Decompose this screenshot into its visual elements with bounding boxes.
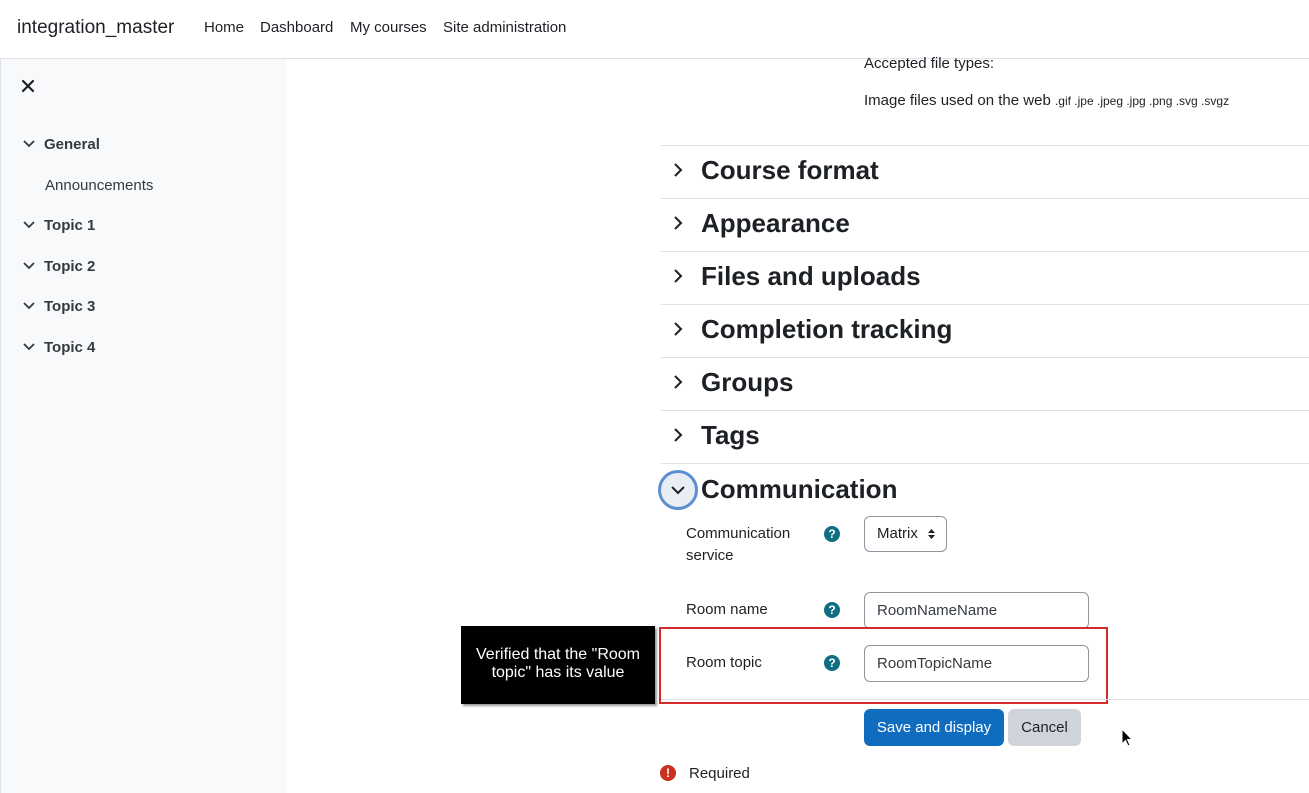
chevron-right-icon[interactable] (671, 375, 685, 389)
section-title[interactable]: Groups (701, 367, 793, 398)
communication-service-select[interactable]: Matrix (864, 516, 947, 552)
section-title[interactable]: Tags (701, 420, 760, 451)
cancel-button[interactable]: Cancel (1008, 709, 1081, 746)
section-groups[interactable]: Groups (661, 357, 1309, 410)
drawer-section-label: Topic 3 (44, 297, 96, 315)
drawer-section-topic-3[interactable]: Topic 3 (23, 296, 95, 316)
filetypes-text: Image files used on the web (864, 92, 1051, 109)
drawer-section-topic-2[interactable]: Topic 2 (23, 256, 95, 276)
label-line: Communication (686, 525, 791, 542)
chevron-down-icon[interactable] (23, 221, 35, 229)
drawer-section-label: Topic 1 (44, 216, 96, 234)
chevron-right-icon[interactable] (671, 428, 685, 442)
section-completion-tracking[interactable]: Completion tracking (661, 304, 1309, 357)
nav-site-administration[interactable]: Site administration (443, 19, 566, 36)
form-divider (661, 699, 1309, 700)
drawer-section-label: Topic 4 (44, 338, 96, 356)
chevron-down-icon[interactable] (23, 302, 35, 310)
section-title[interactable]: Files and uploads (701, 261, 921, 292)
nav-dashboard[interactable]: Dashboard (260, 19, 333, 36)
chevron-right-icon[interactable] (671, 163, 685, 177)
site-brand[interactable]: integration_master (17, 17, 174, 39)
section-divider (661, 463, 1309, 464)
section-title[interactable]: Appearance (701, 208, 850, 239)
drawer-section-topic-4[interactable]: Topic 4 (23, 337, 95, 357)
drawer-section-topic-1[interactable]: Topic 1 (23, 215, 95, 235)
communication-collapse-button[interactable] (658, 470, 698, 510)
required-label: Required (689, 765, 750, 782)
room-name-input[interactable] (864, 592, 1089, 629)
highlight-box (659, 627, 1108, 704)
nav-my-courses[interactable]: My courses (350, 19, 427, 36)
help-icon[interactable]: ? (824, 526, 840, 542)
section-title[interactable]: Completion tracking (701, 314, 952, 345)
section-course-format[interactable]: Course format (661, 145, 1309, 198)
close-icon[interactable] (21, 79, 35, 93)
section-tags[interactable]: Tags (661, 410, 1309, 463)
chevron-down-icon[interactable] (23, 262, 35, 270)
help-icon[interactable]: ? (824, 602, 840, 618)
nav-home[interactable]: Home (204, 19, 244, 36)
chevron-right-icon[interactable] (671, 269, 685, 283)
save-and-display-button[interactable]: Save and display (864, 709, 1004, 746)
chevron-down-icon[interactable] (23, 343, 35, 351)
accepted-file-types-value: Image files used on the web .gif .jpe .j… (864, 92, 1229, 109)
annotation-callout: Verified that the "Room topic" has its v… (461, 626, 655, 704)
drawer-section-general[interactable]: General (23, 134, 100, 154)
filetypes-extensions: .gif .jpe .jpeg .jpg .png .svg .svgz (1054, 94, 1230, 108)
required-icon: ! (660, 765, 676, 781)
select-arrows-icon (928, 529, 935, 539)
communication-service-label: Communication service (686, 523, 790, 567)
drawer-section-label: Topic 2 (44, 257, 96, 275)
communication-section-title[interactable]: Communication (701, 474, 897, 505)
mouse-cursor-icon (1121, 728, 1134, 747)
drawer-item-announcements[interactable]: Announcements (45, 177, 153, 194)
chevron-down-icon[interactable] (23, 140, 35, 148)
room-name-label: Room name (686, 601, 768, 618)
accepted-file-types-label: Accepted file types: (864, 55, 995, 72)
drawer-section-label: General (44, 135, 100, 153)
course-index-drawer: General Announcements Topic 1 Topic 2 To… (0, 59, 286, 793)
section-files-and-uploads[interactable]: Files and uploads (661, 251, 1309, 304)
label-line: service (686, 547, 734, 564)
chevron-right-icon[interactable] (671, 322, 685, 336)
section-title[interactable]: Course format (701, 155, 879, 186)
section-appearance[interactable]: Appearance (661, 198, 1309, 251)
navbar: integration_master Home Dashboard My cou… (0, 0, 1309, 59)
chevron-right-icon[interactable] (671, 216, 685, 230)
chevron-down-icon (671, 486, 685, 495)
select-value: Matrix (877, 525, 918, 542)
